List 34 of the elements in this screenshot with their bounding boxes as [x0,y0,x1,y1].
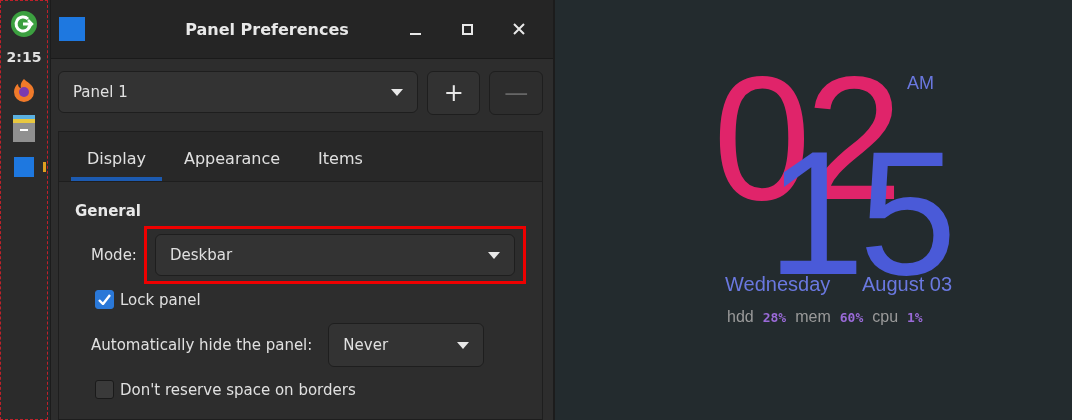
section-heading: General [75,202,142,220]
stat-value: 1% [907,309,923,325]
add-button[interactable]: + [426,71,481,115]
window-title: Panel Preferences [184,19,350,39]
dropdown-caret-icon [390,88,403,96]
stat-label: hdd [727,309,754,325]
stat-label: mem [795,309,831,325]
maximize-icon[interactable] [461,23,473,35]
checkbox-label: Don't reserve space on borders [120,380,356,399]
clock-ampm: AM [907,74,934,92]
taskbar-clock: 2:15 [6,49,42,65]
checkbox-label: Lock panel [120,290,201,309]
dropdown-caret-icon [457,341,470,349]
close-icon[interactable] [513,23,525,35]
refresh-icon[interactable] [11,11,37,37]
stat-value: 28% [762,309,787,325]
clock-weekday: Wednesday [725,274,831,294]
stat-label: cpu [872,309,899,325]
tab[interactable]: Appearance [168,132,297,181]
checkbox[interactable] [95,380,114,399]
mode-label: Mode: [91,246,137,264]
autohide-dropdown[interactable]: Never [328,323,485,367]
autohide-label: Automatically hide the panel: [91,336,313,354]
dropdown-caret-icon [487,251,500,259]
app-icon [59,17,85,41]
panel-dropdown[interactable]: Panel 1 [58,71,418,113]
stat-value: 60% [839,309,864,325]
file-cabinet-icon[interactable] [12,115,36,143]
mode-dropdown[interactable]: Deskbar [154,234,515,276]
tab[interactable]: Display [71,132,162,181]
tab[interactable]: Items [302,132,379,181]
checkbox[interactable] [95,290,114,309]
minimize-icon[interactable] [409,33,421,35]
taskbar-window-button[interactable] [14,155,46,179]
